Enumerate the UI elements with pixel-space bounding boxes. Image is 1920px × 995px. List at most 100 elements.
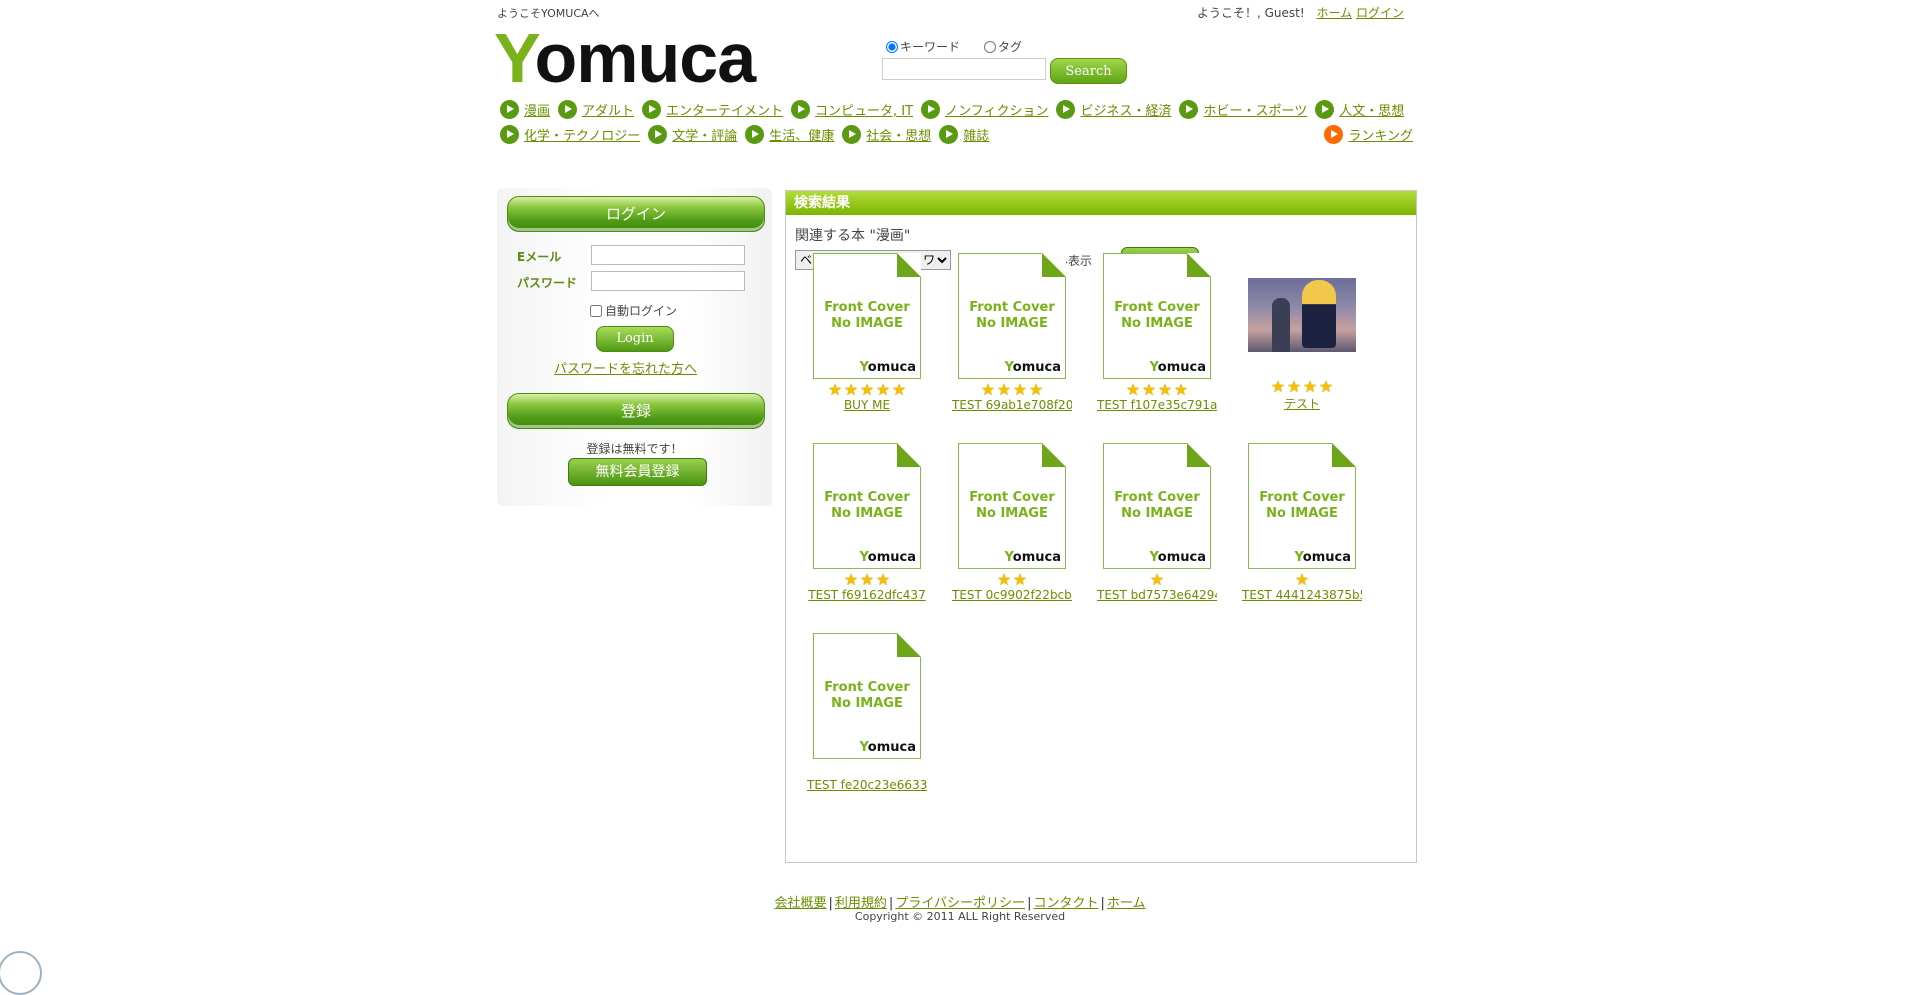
email-field[interactable] [591, 245, 745, 265]
category-item[interactable]: アダルト [558, 100, 634, 119]
book-title-link[interactable]: TEST f69162dfc437 [807, 588, 927, 602]
star-icon: ★ [1125, 380, 1141, 399]
footer-link[interactable]: 会社概要 [775, 896, 827, 911]
cover-brand-text: Yomuca [1294, 550, 1351, 565]
book-cover-placeholder[interactable]: Front Cover No IMAGE Yomuca [1103, 253, 1211, 379]
star-icon: ★ [859, 570, 875, 589]
category-label[interactable]: エンターテイメント [666, 100, 783, 119]
star-icon: ★ [1157, 380, 1173, 399]
book-title-link[interactable]: TEST 0c9902f22bcb1 [952, 588, 1072, 602]
book-title-link[interactable]: TEST f107e35c791a6 [1097, 398, 1217, 412]
book-card[interactable]: Front Cover No IMAGE Yomuca ★ TEST 444124387… [1242, 443, 1362, 602]
book-cover-placeholder[interactable]: Front Cover No IMAGE Yomuca [813, 253, 921, 379]
password-label: パスワード [517, 276, 578, 290]
star-icon: ★ [1286, 377, 1302, 396]
book-cover-placeholder[interactable]: Front Cover No IMAGE Yomuca [1103, 443, 1211, 569]
footer-link[interactable]: ホーム [1107, 896, 1146, 911]
home-link[interactable]: ホーム [1317, 6, 1353, 20]
password-field[interactable] [591, 271, 745, 291]
autologin-option[interactable]: 自動ログイン [590, 302, 677, 319]
page-fold-icon [897, 443, 921, 467]
login-link[interactable]: ログイン [1356, 6, 1404, 20]
book-title-link[interactable]: テスト [1242, 395, 1362, 412]
page-fold-icon [897, 253, 921, 277]
play-icon [1056, 100, 1076, 119]
category-item[interactable]: 雑誌 [939, 125, 989, 144]
category-item[interactable]: ホビー・スポーツ [1179, 100, 1307, 119]
book-cover-placeholder[interactable]: Front Cover No IMAGE Yomuca [813, 443, 921, 569]
cover-brand-text: Yomuca [1004, 360, 1061, 375]
category-label[interactable]: コンピュータ, IT [815, 100, 913, 119]
search-type-tag[interactable]: タグ [984, 38, 1022, 55]
cover-placeholder-text: Front Cover No IMAGE [1114, 490, 1200, 521]
book-card[interactable]: Front Cover No IMAGE Yomuca ★ ★ TEST 0c9902f2… [952, 443, 1072, 602]
category-item[interactable]: 生活、健康 [745, 125, 834, 144]
category-item[interactable]: 化学・テクノロジー [500, 125, 640, 144]
book-title-link[interactable]: TEST 69ab1e708f20e [952, 398, 1072, 412]
rating-stars: ★ ★ ★ ★ ★ [807, 382, 927, 398]
category-label[interactable]: 社会・思想 [866, 125, 931, 144]
play-icon [1324, 125, 1344, 144]
greeting-text: ようこそ！, Guest! [1197, 6, 1305, 20]
rating-stars: ★ ★ ★ ★ [1097, 382, 1217, 398]
cover-figure-icon [1302, 280, 1336, 348]
category-label[interactable]: ホビー・スポーツ [1203, 100, 1307, 119]
autologin-checkbox[interactable] [590, 304, 602, 317]
category-item[interactable]: 社会・思想 [842, 125, 931, 144]
book-title-link[interactable]: BUY ME [807, 398, 927, 412]
search-input[interactable] [882, 58, 1046, 80]
category-item[interactable]: 人文・思想 [1315, 100, 1404, 119]
book-card[interactable]: Front Cover No IMAGE Yomuca ★ ★ ★ ★ ★ BUY ME [807, 253, 927, 412]
page-fold-icon [897, 633, 921, 657]
book-card[interactable]: Front Cover No IMAGE Yomuca ★ ★ ★ ★ TEST f107e3… [1097, 253, 1217, 412]
signup-button[interactable]: 無料会員登録 [568, 458, 707, 486]
book-title-link[interactable]: TEST 4441243875b57 [1242, 588, 1362, 602]
category-item[interactable]: 文学・評論 [648, 125, 737, 144]
related-books-heading: 関連する本 "漫画" [795, 228, 911, 244]
book-cover-placeholder[interactable]: Front Cover No IMAGE Yomuca [1248, 443, 1356, 569]
search-type-keyword[interactable]: キーワード [886, 38, 960, 55]
book-cover-image[interactable] [1248, 278, 1356, 352]
category-item[interactable]: コンピュータ, IT [791, 100, 913, 119]
book-card[interactable]: Front Cover No IMAGE Yomuca ★ ★ ★ TEST f69162d… [807, 443, 927, 602]
category-item[interactable]: ビジネス・経済 [1056, 100, 1171, 119]
category-label[interactable]: ノンフィクション [945, 100, 1048, 119]
star-icon: ★ [1173, 380, 1189, 399]
book-card[interactable]: Front Cover No IMAGE Yomuca ★ ★ ★ ★ TEST 69ab1e… [952, 253, 1072, 412]
footer-link[interactable]: コンタクト [1033, 896, 1098, 911]
category-label[interactable]: ビジネス・経済 [1080, 100, 1171, 119]
book-card[interactable]: Front Cover No IMAGE Yomuca TEST fe20c23e66… [807, 633, 927, 792]
page-fold-icon [1042, 443, 1066, 467]
cover-brand-text: Yomuca [859, 740, 916, 755]
category-item[interactable]: 漫画 [500, 100, 550, 119]
category-label[interactable]: 雑誌 [963, 125, 989, 144]
book-title-link[interactable]: TEST bd7573e642942 [1097, 588, 1217, 602]
category-label[interactable]: アダルト [582, 100, 634, 119]
book-cover-placeholder[interactable]: Front Cover No IMAGE Yomuca [813, 633, 921, 759]
book-title-link[interactable]: TEST fe20c23e6633e [807, 778, 927, 792]
category-label[interactable]: 文学・評論 [672, 125, 737, 144]
category-item[interactable]: ノンフィクション [921, 100, 1048, 119]
book-cover-placeholder[interactable]: Front Cover No IMAGE Yomuca [958, 253, 1066, 379]
category-label[interactable]: 漫画 [524, 100, 550, 119]
category-label[interactable]: 化学・テクノロジー [524, 125, 640, 144]
play-icon [1315, 100, 1335, 119]
search-button[interactable]: Search [1050, 58, 1127, 84]
site-logo[interactable]: Yomuca [494, 18, 756, 98]
ranking-link[interactable]: ランキング [1324, 125, 1413, 144]
keyword-radio[interactable] [886, 40, 898, 53]
category-item[interactable]: エンターテイメント [642, 100, 783, 119]
book-card[interactable]: Front Cover No IMAGE Yomuca ★ TEST bd7573e64… [1097, 443, 1217, 602]
ranking-label[interactable]: ランキング [1348, 125, 1413, 144]
footer-link[interactable]: 利用規約 [835, 896, 887, 911]
category-label[interactable]: 生活、健康 [769, 125, 834, 144]
login-button[interactable]: Login [596, 326, 674, 352]
book-cover-placeholder[interactable]: Front Cover No IMAGE Yomuca [958, 443, 1066, 569]
tag-radio[interactable] [984, 40, 997, 53]
cover-brand-text: Yomuca [859, 550, 916, 565]
category-nav-row-2: 化学・テクノロジー 文学・評論 生活、健康 社会・思想 雑誌 [500, 125, 997, 144]
book-card[interactable]: ★ ★ ★ ★ テスト [1242, 253, 1362, 412]
forgot-password-link[interactable]: パスワードを忘れた方へ [554, 358, 697, 377]
footer-link[interactable]: プライバシーポリシー [895, 896, 1025, 911]
category-label[interactable]: 人文・思想 [1339, 100, 1404, 119]
